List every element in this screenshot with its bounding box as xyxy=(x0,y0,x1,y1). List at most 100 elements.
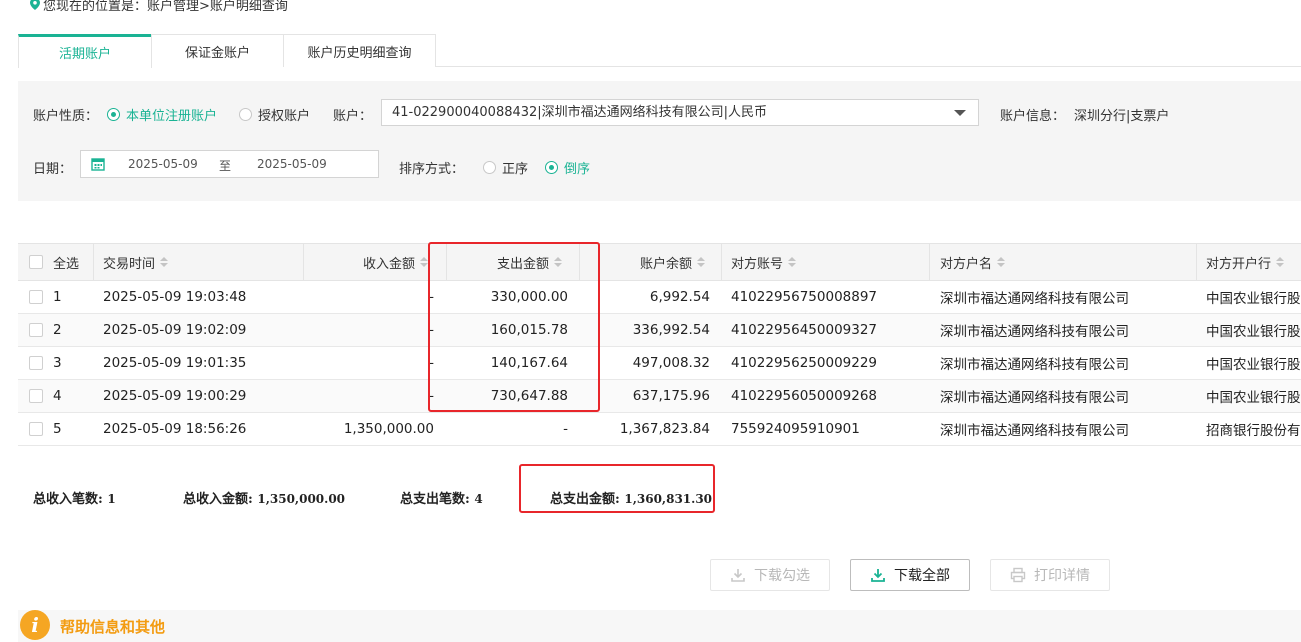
download-selected-button[interactable]: 下载勾选 xyxy=(710,559,830,591)
account-info-value: 深圳分行|支票户 xyxy=(1074,109,1170,124)
radio-sort-asc[interactable] xyxy=(483,161,496,174)
tab-history-query[interactable]: 账户历史明细查询 xyxy=(283,34,436,67)
row-balance: 6,992.54 xyxy=(649,289,710,305)
row-income: - xyxy=(429,322,434,338)
row-counterparty-name: 深圳市福达通网络科技有限公司 xyxy=(940,423,1129,439)
row-index: 4 xyxy=(53,388,62,404)
row-expense: 730,647.88 xyxy=(490,388,568,404)
header-balance[interactable]: 账户余额 xyxy=(579,244,706,280)
sort-icon[interactable] xyxy=(1276,256,1285,268)
printer-icon xyxy=(1010,567,1026,583)
sort-icon[interactable] xyxy=(420,256,429,268)
download-all-button[interactable]: 下载全部 xyxy=(850,559,970,591)
row-index: 5 xyxy=(53,421,62,437)
row-income: 1,350,000.00 xyxy=(343,421,434,437)
account-label: 账户： xyxy=(333,109,373,124)
row-income: - xyxy=(429,388,434,404)
row-expense: - xyxy=(563,421,568,437)
print-detail-button[interactable]: 打印详情 xyxy=(990,559,1110,591)
download-icon xyxy=(731,569,745,582)
account-info-label: 账户信息： xyxy=(1000,109,1066,124)
row-checkbox[interactable] xyxy=(29,323,43,337)
row-counterparty-bank: 中国农业银行股 xyxy=(1206,291,1301,307)
sort-label: 排序方式： xyxy=(399,162,465,177)
table-row: 5 2025-05-09 18:56:26 1,350,000.00 - 1,3… xyxy=(18,413,1301,446)
row-counterparty-bank: 招商银行股份有 xyxy=(1206,423,1301,439)
row-counterparty-name: 深圳市福达通网络科技有限公司 xyxy=(940,390,1129,406)
radio-registered-account[interactable] xyxy=(107,108,120,121)
sort-desc-label[interactable]: 倒序 xyxy=(564,158,590,177)
header-counterparty-account[interactable]: 对方账号 xyxy=(731,244,797,280)
row-counterparty-name: 深圳市福达通网络科技有限公司 xyxy=(940,291,1129,307)
sort-icon[interactable] xyxy=(160,256,169,268)
header-income[interactable]: 收入金额 xyxy=(303,244,429,280)
row-time: 2025-05-09 19:00:29 xyxy=(103,388,247,404)
row-expense: 160,015.78 xyxy=(490,322,568,338)
row-counterparty-bank: 中国农业银行股 xyxy=(1206,390,1301,406)
table-row: 1 2025-05-09 19:03:48 - 330,000.00 6,992… xyxy=(18,281,1301,314)
row-expense: 140,167.64 xyxy=(490,355,568,371)
row-counterparty-name: 深圳市福达通网络科技有限公司 xyxy=(940,357,1129,373)
row-income: - xyxy=(429,289,434,305)
select-all-label: 全选 xyxy=(53,256,80,272)
select-all-checkbox[interactable] xyxy=(29,255,43,269)
chevron-down-icon xyxy=(954,110,966,116)
breadcrumb: 您现在的位置是：账户管理>账户明细查询 xyxy=(30,0,288,14)
radio-authorized-account[interactable] xyxy=(239,108,252,121)
help-title[interactable]: 帮助信息和其他 xyxy=(60,616,165,637)
account-select-value: 41-022900040088432|深圳市福达通网络科技有限公司|人民币 xyxy=(392,105,768,120)
table-row: 2 2025-05-09 19:02:09 - 160,015.78 336,9… xyxy=(18,314,1301,347)
row-balance: 336,992.54 xyxy=(632,322,710,338)
header-counterparty-bank[interactable]: 对方开户行 xyxy=(1206,244,1285,280)
breadcrumb-text: 您现在的位置是：账户管理>账户明细查询 xyxy=(43,0,288,14)
date-label: 日期： xyxy=(33,162,73,177)
header-expense[interactable]: 支出金额 xyxy=(446,244,563,280)
date-separator: 至 xyxy=(219,159,232,173)
total-income-count: 总收入笔数: 1 xyxy=(33,492,116,507)
row-checkbox[interactable] xyxy=(29,290,43,304)
location-pin-icon xyxy=(30,0,40,10)
date-to[interactable]: 2025-05-09 xyxy=(257,157,327,171)
row-checkbox[interactable] xyxy=(29,389,43,403)
total-income-amount: 总收入金额: 1,350,000.00 xyxy=(183,492,346,507)
row-income: - xyxy=(429,355,434,371)
table-row: 4 2025-05-09 19:00:29 - 730,647.88 637,1… xyxy=(18,380,1301,413)
row-counterparty-bank: 中国农业银行股 xyxy=(1206,357,1301,373)
registered-account-label[interactable]: 本单位注册账户 xyxy=(126,105,217,124)
date-range-input[interactable]: 2025-05-09 至 2025-05-09 xyxy=(80,150,379,178)
sort-icon[interactable] xyxy=(997,256,1006,268)
account-type-label: 账户性质： xyxy=(33,109,99,124)
info-icon: i xyxy=(20,610,50,640)
help-section: i 帮助信息和其他 xyxy=(18,610,1301,642)
row-counterparty-account: 41022956450009327 xyxy=(731,322,878,338)
row-checkbox[interactable] xyxy=(29,356,43,370)
header-counterparty-name[interactable]: 对方户名 xyxy=(940,244,1006,280)
tab-current-account[interactable]: 活期账户 xyxy=(18,34,152,68)
sort-icon[interactable] xyxy=(697,256,706,268)
download-icon xyxy=(871,569,885,582)
tab-margin-account[interactable]: 保证金账户 xyxy=(151,34,284,67)
row-index: 3 xyxy=(53,355,62,371)
row-checkbox[interactable] xyxy=(29,422,43,436)
account-tabs: 活期账户 保证金账户 账户历史明细查询 xyxy=(18,34,1301,68)
table-row: 3 2025-05-09 19:01:35 - 140,167.64 497,0… xyxy=(18,347,1301,380)
sort-icon[interactable] xyxy=(788,256,797,268)
transaction-table: 全选 交易时间 收入金额 支出金额 账户余额 对方账号 对方户名 对方开户行 1… xyxy=(18,243,1301,446)
row-balance: 637,175.96 xyxy=(632,388,710,404)
sort-icon[interactable] xyxy=(554,256,563,268)
account-select[interactable]: 41-022900040088432|深圳市福达通网络科技有限公司|人民币 xyxy=(381,99,979,126)
header-time[interactable]: 交易时间 xyxy=(103,244,169,280)
filter-panel: 账户性质： 本单位注册账户 授权账户 账户： 41-02290004008843… xyxy=(18,81,1301,201)
row-expense: 330,000.00 xyxy=(490,289,568,305)
row-balance: 1,367,823.84 xyxy=(619,421,710,437)
date-from[interactable]: 2025-05-09 xyxy=(128,157,198,171)
total-expense-amount: 总支出金额: 1,360,831.30 xyxy=(550,492,713,507)
radio-sort-desc[interactable] xyxy=(545,161,558,174)
row-counterparty-name: 深圳市福达通网络科技有限公司 xyxy=(940,324,1129,340)
calendar-icon[interactable] xyxy=(91,157,105,171)
row-time: 2025-05-09 19:03:48 xyxy=(103,289,247,305)
row-balance: 497,008.32 xyxy=(632,355,710,371)
sort-asc-label[interactable]: 正序 xyxy=(502,158,528,177)
authorized-account-label[interactable]: 授权账户 xyxy=(258,105,310,124)
row-index: 1 xyxy=(53,289,62,305)
